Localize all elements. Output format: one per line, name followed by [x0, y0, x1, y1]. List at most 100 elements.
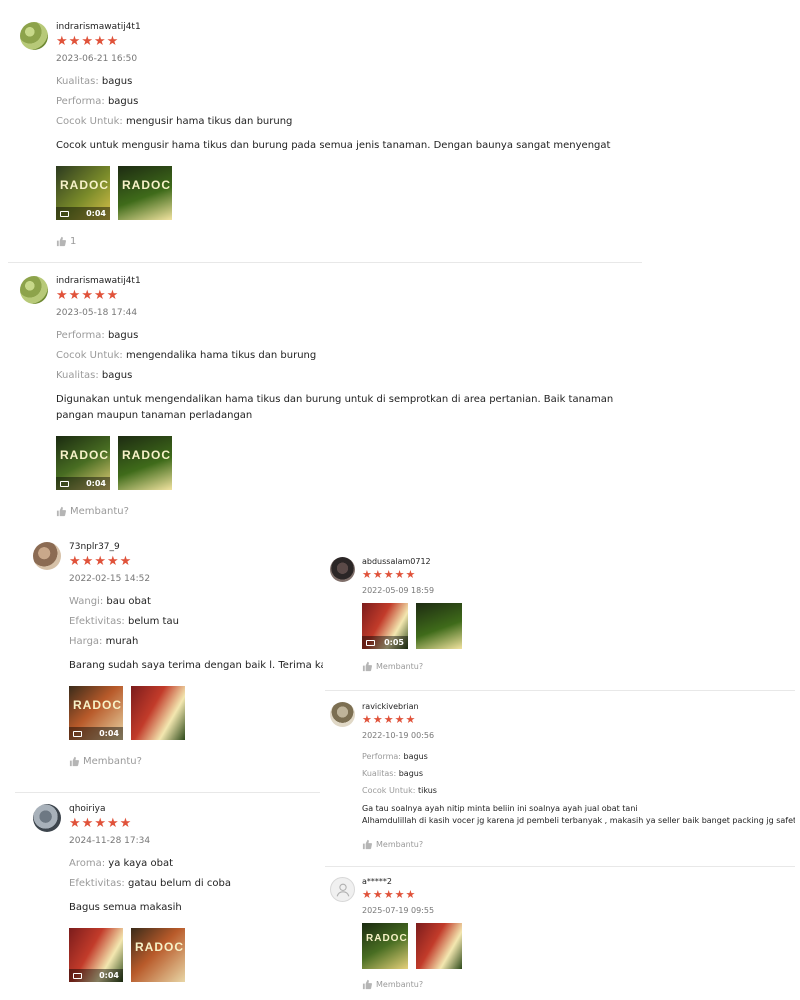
avatar[interactable] — [330, 702, 355, 727]
avatar[interactable] — [330, 877, 355, 902]
star-icon: ★ — [56, 34, 68, 49]
star-icon: ★ — [405, 888, 416, 901]
username[interactable]: abdussalam0712 — [362, 557, 782, 566]
helpful-button[interactable]: Membantu? — [362, 661, 782, 672]
review-date: 2022-05-09 18:59 — [362, 586, 435, 595]
video-duration: 0:04 — [86, 209, 106, 218]
star-icon: ★ — [106, 288, 119, 303]
helpful-label: Membantu? — [376, 840, 424, 849]
photo-thumbnail[interactable]: RADOC — [118, 436, 172, 490]
avatar[interactable] — [330, 557, 355, 582]
video-duration: 0:04 — [86, 479, 106, 488]
star-icon: ★ — [362, 568, 372, 581]
username[interactable]: 73nplr37_9 — [69, 542, 323, 552]
helpful-button[interactable]: Membantu? — [69, 756, 323, 767]
attribute-row: Wangi: bau obat — [69, 592, 323, 612]
product-label: RADOC — [366, 933, 408, 944]
video-thumbnail[interactable]: 0:05 — [362, 603, 408, 649]
star-icon: ★ — [94, 554, 106, 569]
video-thumbnail[interactable]: RADOC 0:04 — [56, 436, 110, 490]
review-date: 2022-10-19 00:56 — [362, 731, 435, 740]
helpful-button[interactable]: Membantu? — [56, 506, 646, 517]
rating-stars: ★ ★ ★ ★ ★ — [69, 816, 319, 831]
star-icon: ★ — [68, 34, 81, 49]
product-label: RADOC — [60, 448, 109, 462]
video-thumbnail[interactable]: 0:04 — [69, 928, 123, 982]
username[interactable]: indrarismawatij4t1 — [56, 22, 646, 32]
review-attributes: Performa: bagus Cocok Untuk: mengendalik… — [56, 326, 646, 386]
helpful-button[interactable]: Membantu? — [362, 839, 795, 850]
thumbs-up-icon — [362, 979, 373, 990]
avatar[interactable] — [33, 542, 61, 570]
helpful-label: Membantu? — [376, 662, 424, 671]
product-label: RADOC — [60, 178, 109, 192]
star-icon: ★ — [383, 568, 394, 581]
attribute-value: bagus — [107, 330, 139, 341]
review-comment: Cocok untuk mengusir hama tikus dan buru… — [56, 140, 611, 151]
attribute-row: Cocok Untuk: tikus — [362, 782, 795, 799]
video-thumbnail[interactable]: RADOC 0:04 — [56, 166, 110, 220]
attribute-label: Performa: — [56, 330, 105, 341]
attribute-label: Kualitas: — [56, 76, 99, 87]
username[interactable]: ravickivebrian — [362, 702, 795, 711]
review-content: a*****2 ★ ★ ★ ★ ★ 2025-07-19 09:55 RADOC Mem… — [362, 877, 782, 990]
attribute-row: Aroma: ya kaya obat — [69, 854, 319, 874]
review-media: 0:05 — [362, 603, 782, 649]
review-date: 2023-05-18 17:44 — [56, 308, 138, 318]
photo-thumbnail[interactable] — [416, 923, 462, 969]
review-card: qhoiriya ★ ★ ★ ★ ★ 2024-11-28 17:34 Aroma: y… — [33, 804, 323, 996]
attribute-row: Efektivitas: gatau belum di coba — [69, 874, 319, 894]
star-icon: ★ — [81, 288, 93, 303]
rating-stars: ★ ★ ★ ★ ★ — [56, 34, 646, 49]
review-attributes: Kualitas: bagus Performa: bagus Cocok Un… — [56, 72, 646, 132]
video-overlay: 0:04 — [56, 477, 110, 490]
avatar[interactable] — [33, 804, 61, 832]
username[interactable]: qhoiriya — [69, 804, 319, 814]
avatar[interactable] — [20, 276, 48, 304]
username[interactable]: indrarismawatij4t1 — [56, 276, 646, 286]
attribute-value: bagus — [107, 96, 139, 107]
attribute-label: Kualitas: — [362, 769, 397, 778]
review-attributes: Aroma: ya kaya obat Efektivitas: gatau b… — [69, 854, 319, 894]
review-date: 2024-11-28 17:34 — [69, 836, 151, 846]
product-label: RADOC — [122, 448, 171, 462]
review-media: RADOC 0:04 — [69, 686, 323, 740]
helpful-label: Membantu? — [70, 506, 129, 517]
review-card: 73nplr37_9 ★ ★ ★ ★ ★ 2022-02-15 14:52 Wangi:… — [33, 542, 323, 782]
attribute-row: Kualitas: bagus — [362, 765, 795, 782]
photo-thumbnail[interactable]: RADOC — [362, 923, 408, 969]
attribute-label: Cocok Untuk: — [362, 786, 416, 795]
video-duration: 0:05 — [384, 638, 404, 647]
star-icon: ★ — [372, 888, 383, 901]
username[interactable]: a*****2 — [362, 877, 782, 886]
star-icon: ★ — [106, 816, 119, 831]
helpful-button[interactable]: Membantu? — [362, 979, 782, 990]
product-label: RADOC — [122, 178, 171, 192]
review-divider — [15, 792, 320, 793]
star-icon: ★ — [362, 888, 372, 901]
video-overlay: 0:04 — [69, 969, 123, 982]
rating-stars: ★ ★ ★ ★ ★ — [362, 714, 795, 725]
photo-thumbnail[interactable]: RADOC — [118, 166, 172, 220]
star-icon: ★ — [81, 816, 94, 831]
helpful-button[interactable]: 1 — [56, 236, 646, 247]
comment-line: Alhamdulillah di kasih vocer jg karena j… — [362, 816, 795, 825]
star-icon: ★ — [119, 816, 132, 831]
photo-thumbnail[interactable] — [416, 603, 462, 649]
product-label: RADOC — [135, 940, 184, 954]
default-user-icon — [336, 883, 349, 896]
star-icon: ★ — [69, 816, 81, 831]
star-icon: ★ — [68, 288, 81, 303]
photo-thumbnail[interactable]: RADOC — [131, 928, 185, 982]
star-icon: ★ — [394, 888, 405, 901]
video-overlay: 0:05 — [362, 636, 408, 649]
video-duration: 0:04 — [99, 729, 119, 738]
rating-stars: ★ ★ ★ ★ ★ — [362, 568, 782, 581]
video-thumbnail[interactable]: RADOC 0:04 — [69, 686, 123, 740]
helpful-label: Membantu? — [376, 980, 424, 989]
attribute-label: Cocok Untuk: — [56, 350, 123, 361]
star-icon: ★ — [69, 554, 81, 569]
photo-thumbnail[interactable] — [131, 686, 185, 740]
avatar[interactable] — [20, 22, 48, 50]
attribute-label: Performa: — [362, 752, 401, 761]
